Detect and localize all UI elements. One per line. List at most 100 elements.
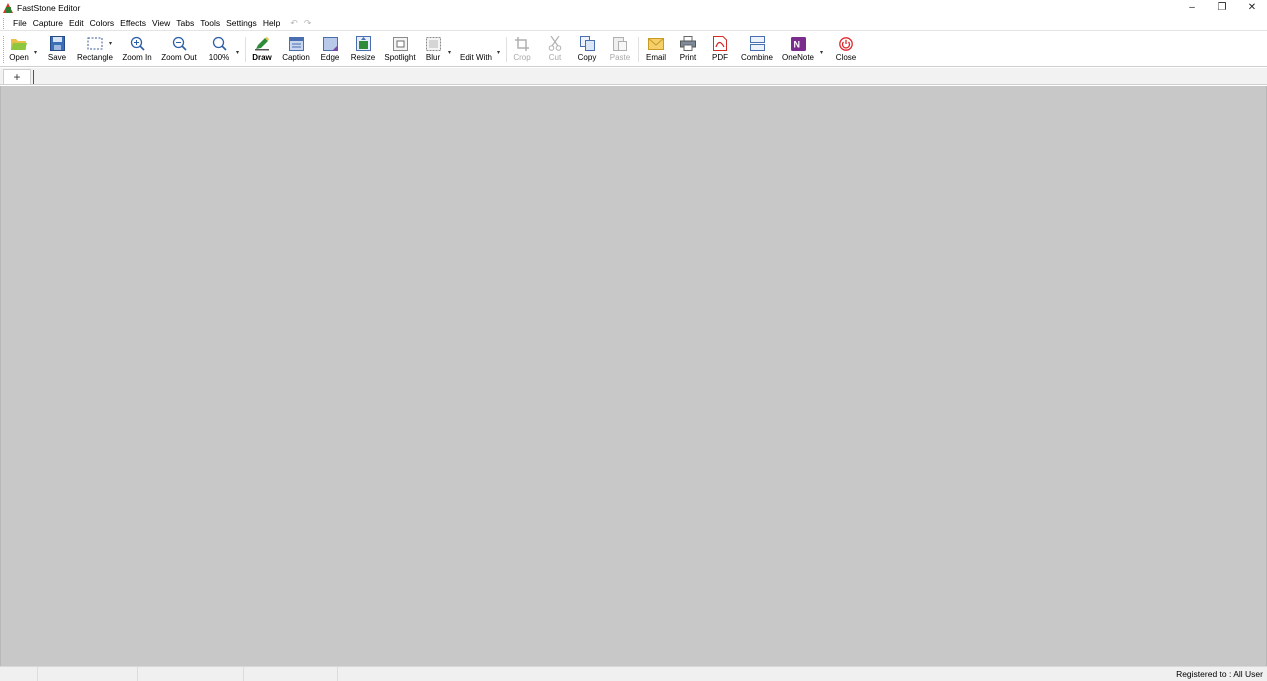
- pdf-button[interactable]: PDF: [708, 35, 732, 65]
- draw-button[interactable]: Draw: [250, 35, 274, 65]
- resize-label: Resize: [350, 53, 376, 62]
- edge-button[interactable]: Edge: [318, 35, 342, 65]
- onenote-label: OneNote: [781, 53, 815, 62]
- edit-with-button[interactable]: Edit With: [456, 35, 496, 65]
- copy-icon: [577, 35, 597, 52]
- edge-icon: [320, 35, 340, 52]
- menu-colors[interactable]: Colors: [87, 16, 118, 30]
- blur-dropdown-icon[interactable]: ▾: [448, 49, 451, 56]
- pdf-icon: [710, 35, 730, 52]
- edit-with-label: Edit With: [459, 53, 492, 62]
- status-cell: [0, 667, 38, 681]
- menu-tools[interactable]: Tools: [197, 16, 223, 30]
- spotlight-icon: [390, 35, 410, 52]
- toolbar-grip[interactable]: [3, 36, 5, 63]
- email-button[interactable]: Email: [643, 35, 669, 65]
- edit-with-icon: [466, 35, 486, 52]
- floppy-disk-icon: [47, 35, 67, 52]
- menu-effects[interactable]: Effects: [117, 16, 149, 30]
- pdf-label: PDF: [712, 53, 728, 62]
- open-button[interactable]: Open: [7, 35, 31, 65]
- printer-icon: [678, 35, 698, 52]
- cut-button[interactable]: Cut: [544, 35, 566, 65]
- rectangle-label: Rectangle: [76, 53, 114, 62]
- cut-label: Cut: [548, 53, 562, 62]
- rectangle-dropdown-icon[interactable]: ▾: [109, 40, 112, 47]
- copy-button[interactable]: Copy: [575, 35, 599, 65]
- close-window-button[interactable]: ✕: [1237, 0, 1267, 15]
- window-title: FastStone Editor: [17, 2, 81, 13]
- menu-settings[interactable]: Settings: [223, 16, 260, 30]
- blur-button[interactable]: Blur: [423, 35, 443, 65]
- combine-icon: [747, 35, 767, 52]
- add-tab-button[interactable]: +: [3, 69, 31, 84]
- save-label: Save: [47, 53, 67, 62]
- svg-text:N: N: [793, 39, 800, 49]
- print-button[interactable]: Print: [676, 35, 700, 65]
- toolbar-separator: [506, 37, 507, 62]
- menu-tabs[interactable]: Tabs: [173, 16, 197, 30]
- email-label: Email: [645, 53, 666, 62]
- resize-icon: [353, 35, 373, 52]
- zoom-out-label: Zoom Out: [161, 53, 197, 62]
- paste-label: Paste: [609, 53, 631, 62]
- paste-button[interactable]: Paste: [607, 35, 633, 65]
- menu-capture[interactable]: Capture: [30, 16, 66, 30]
- paste-icon: [610, 35, 630, 52]
- crop-button[interactable]: Crop: [511, 35, 533, 65]
- status-cell: [38, 667, 138, 681]
- restore-button[interactable]: ❐: [1207, 0, 1237, 15]
- folder-open-icon: [9, 35, 29, 52]
- menu-help[interactable]: Help: [260, 16, 283, 30]
- undo-icon[interactable]: ↶: [287, 18, 301, 29]
- caption-icon: [286, 35, 306, 52]
- status-bar: Registered to : All User: [0, 666, 1267, 681]
- window-controls: – ❐ ✕: [1177, 0, 1267, 15]
- minimize-button[interactable]: –: [1177, 0, 1207, 15]
- onenote-dropdown-icon[interactable]: ▾: [820, 49, 823, 56]
- registration-text: Registered to : All User: [1176, 669, 1263, 679]
- draw-label: Draw: [252, 53, 272, 62]
- zoom-in-button[interactable]: Zoom In: [119, 35, 155, 65]
- edit-with-dropdown-icon[interactable]: ▾: [497, 49, 500, 56]
- envelope-icon: [646, 35, 666, 52]
- menu-edit[interactable]: Edit: [66, 16, 87, 30]
- combine-label: Combine: [740, 53, 773, 62]
- resize-button[interactable]: Resize: [349, 35, 377, 65]
- caption-button[interactable]: Caption: [280, 35, 312, 65]
- zoom-level-button[interactable]: 100%: [206, 35, 232, 65]
- close-label: Close: [835, 53, 857, 62]
- zoom-out-button[interactable]: Zoom Out: [158, 35, 200, 65]
- open-dropdown-icon[interactable]: ▾: [34, 49, 37, 56]
- zoom-dropdown-icon[interactable]: ▾: [236, 49, 239, 56]
- print-label: Print: [679, 53, 697, 62]
- copy-label: Copy: [577, 53, 597, 62]
- toolbar-separator: [245, 37, 246, 62]
- zoom-out-icon: [169, 35, 189, 52]
- spotlight-button[interactable]: Spotlight: [381, 35, 419, 65]
- edge-label: Edge: [320, 53, 340, 62]
- caption-label: Caption: [282, 53, 310, 62]
- image-canvas[interactable]: [0, 86, 1267, 666]
- menu-grip[interactable]: [3, 17, 6, 29]
- status-cell: [138, 667, 244, 681]
- save-button[interactable]: Save: [45, 35, 69, 65]
- toolbar: Open ▾ Save Rectangle ▾ Zoom In Zoom Out…: [0, 32, 1267, 67]
- combine-button[interactable]: Combine: [738, 35, 776, 65]
- crop-icon: [512, 35, 532, 52]
- app-logo-icon: [2, 2, 14, 14]
- redo-icon[interactable]: ↷: [301, 18, 315, 29]
- power-icon: [836, 35, 856, 52]
- spotlight-label: Spotlight: [384, 53, 416, 62]
- onenote-button[interactable]: N OneNote: [780, 35, 816, 65]
- rectangle-select-icon: [85, 35, 105, 52]
- menu-file[interactable]: File: [10, 16, 30, 30]
- scissors-icon: [545, 35, 565, 52]
- blur-label: Blur: [425, 53, 441, 62]
- close-button[interactable]: Close: [833, 35, 859, 65]
- menu-view[interactable]: View: [149, 16, 173, 30]
- magnifier-icon: [209, 35, 229, 52]
- crop-label: Crop: [513, 53, 531, 62]
- zoom-in-label: Zoom In: [122, 53, 152, 62]
- draw-pencil-icon: [252, 35, 272, 52]
